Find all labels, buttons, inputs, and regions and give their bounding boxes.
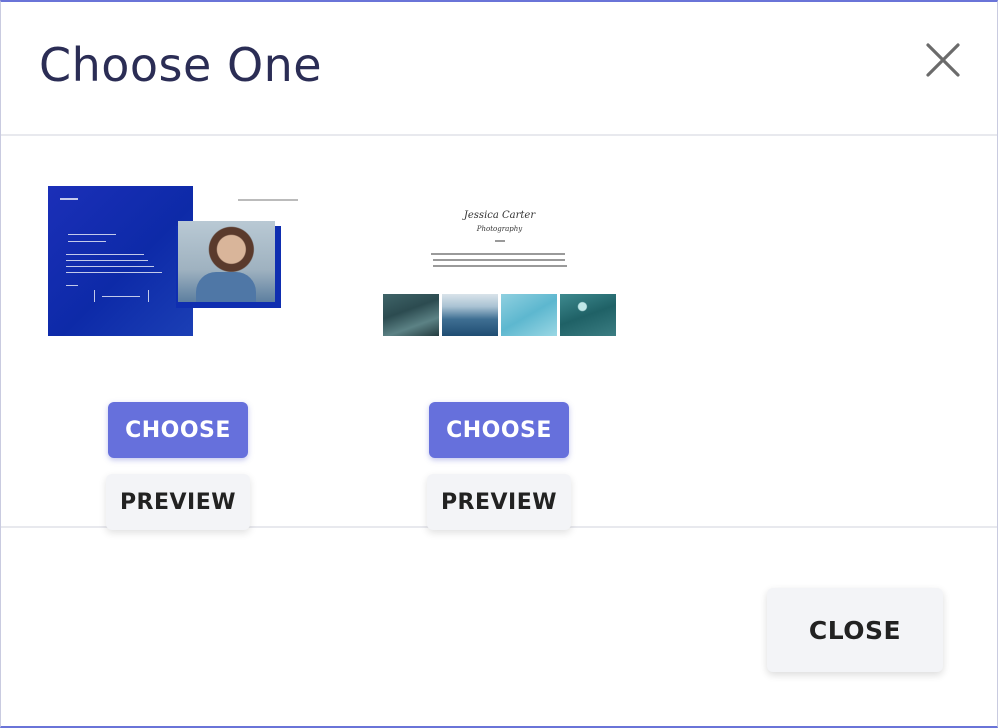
template-card-2: Jessica Carter Photography CHOOSE PREVIE… <box>383 186 643 530</box>
preview-button-1[interactable]: PREVIEW <box>106 474 250 530</box>
choose-button-2[interactable]: CHOOSE <box>429 402 569 458</box>
thumbnail-ocean-tile <box>383 294 439 336</box>
thumbnail-text-line <box>66 272 162 273</box>
thumbnail-ocean-tile <box>501 294 557 336</box>
thumbnail-text-line <box>66 266 154 267</box>
thumbnail-text-line <box>433 265 567 267</box>
thumbnail-text-line <box>66 254 144 255</box>
thumbnail-text-line <box>66 260 148 261</box>
template-list: CHOOSE PREVIEW Jessica Carter Photograph… <box>1 136 997 530</box>
thumbnail-blue-panel <box>48 186 193 336</box>
thumbnail-name-line: Jessica Carter <box>463 210 536 221</box>
modal-title: Choose One <box>39 38 323 92</box>
close-x-button[interactable] <box>923 40 963 80</box>
template-thumbnail-2[interactable]: Jessica Carter Photography <box>383 186 643 336</box>
thumbnail-text-line <box>433 259 565 261</box>
choose-template-modal: Choose One CHOOSE PREVIEW Jessica Carter… <box>0 0 998 728</box>
template-thumbnail-1[interactable] <box>48 186 308 336</box>
thumbnail-text-line <box>94 290 95 302</box>
thumbnail-text-line <box>148 290 149 302</box>
preview-button-2[interactable]: PREVIEW <box>427 474 571 530</box>
thumbnail-portrait-jacket <box>196 272 256 302</box>
thumbnail-text-line <box>102 296 140 297</box>
template-card-1: CHOOSE PREVIEW <box>48 186 308 530</box>
thumbnail-text-line <box>68 234 116 235</box>
thumbnail-text-line <box>238 199 298 201</box>
thumbnail-ocean-tile <box>442 294 498 336</box>
modal-header: Choose One <box>1 2 997 136</box>
close-icon <box>926 43 960 77</box>
thumbnail-text-line <box>68 241 106 242</box>
choose-button-1[interactable]: CHOOSE <box>108 402 248 458</box>
close-button[interactable]: CLOSE <box>767 588 943 672</box>
thumbnail-subtitle-line: Photography <box>476 225 523 233</box>
thumbnail-text-line <box>60 198 78 200</box>
thumbnail-ocean-tile <box>560 294 616 336</box>
thumbnail-text-line <box>66 285 78 286</box>
thumbnail-text-line <box>431 253 565 255</box>
thumbnail-text-line <box>495 240 505 242</box>
